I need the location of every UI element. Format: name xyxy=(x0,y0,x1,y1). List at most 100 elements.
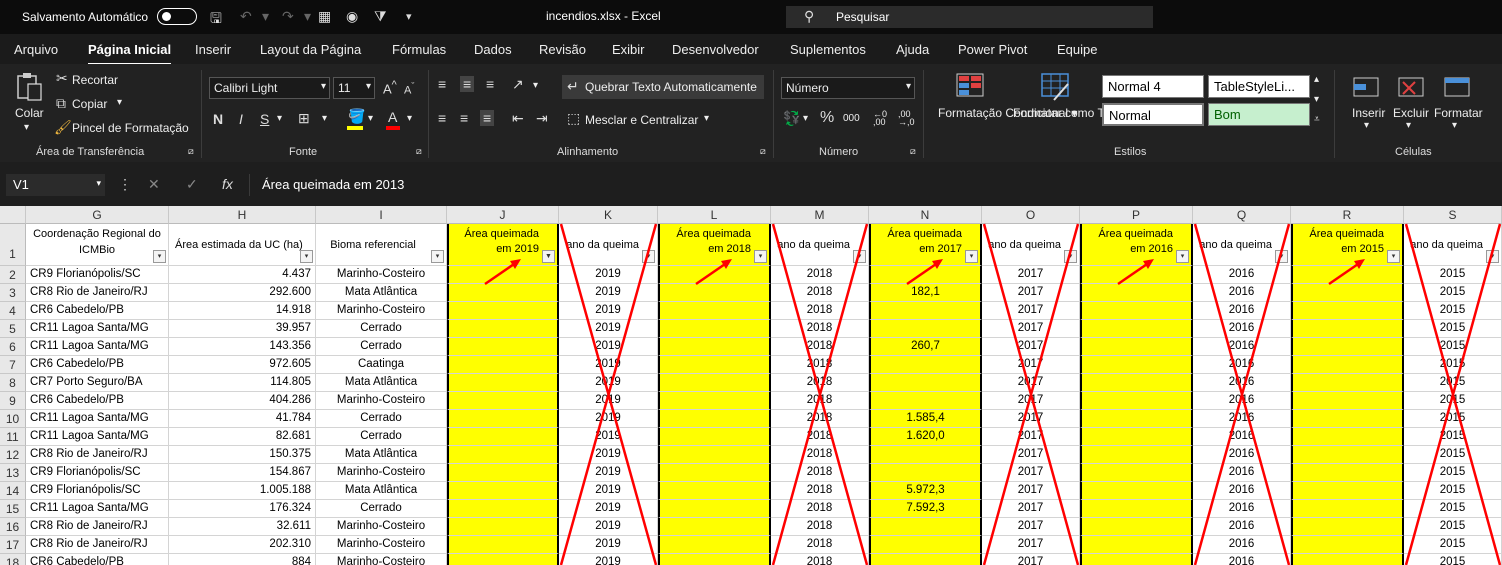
cell-j10[interactable] xyxy=(447,410,559,428)
cell-r2[interactable] xyxy=(1291,266,1404,284)
cell-p11[interactable] xyxy=(1080,428,1193,446)
cell-g18[interactable]: CR6 Cabedelo/PB xyxy=(26,554,169,565)
italic-icon[interactable]: I xyxy=(239,111,243,127)
style-normal-4[interactable]: Normal 4 xyxy=(1102,75,1204,98)
cell-i15[interactable]: Cerrado xyxy=(316,500,447,518)
filter-dropdown-icon[interactable]: ▾ xyxy=(642,250,655,263)
cell-l5[interactable] xyxy=(658,320,771,338)
row-header[interactable]: 18 xyxy=(0,554,26,565)
borders-icon[interactable]: ⊞ xyxy=(298,110,310,127)
cell-m14[interactable]: 2018 xyxy=(771,482,869,500)
align-middle-icon[interactable]: ≡ xyxy=(460,76,475,92)
cell-m8[interactable]: 2018 xyxy=(771,374,869,392)
cell-j16[interactable] xyxy=(447,518,559,536)
cell-p18[interactable] xyxy=(1080,554,1193,565)
cell-g4[interactable]: CR6 Cabedelo/PB xyxy=(26,302,169,320)
cell-n9[interactable] xyxy=(869,392,982,410)
cell-n5[interactable] xyxy=(869,320,982,338)
cell-l9[interactable] xyxy=(658,392,771,410)
cell-g11[interactable]: CR11 Lagoa Santa/MG xyxy=(26,428,169,446)
styles-more-icon[interactable]: ⩡ xyxy=(1314,114,1320,125)
cut-button[interactable]: Recortar xyxy=(72,73,118,87)
align-left-icon[interactable]: ≡ xyxy=(438,110,446,126)
tab-layout[interactable]: Layout da Página xyxy=(260,42,361,57)
cell-j17[interactable] xyxy=(447,536,559,554)
align-top-icon[interactable]: ≡ xyxy=(438,76,446,92)
cell-o2[interactable]: 2017 xyxy=(982,266,1080,284)
cell-k18[interactable]: 2019 xyxy=(559,554,658,565)
increase-decimal-icon[interactable]: ←0,00 xyxy=(873,110,887,127)
cell-i13[interactable]: Marinho-Costeiro xyxy=(316,464,447,482)
cell-p12[interactable] xyxy=(1080,446,1193,464)
row-header[interactable]: 12 xyxy=(0,446,26,464)
cell-i12[interactable]: Mata Atlântica xyxy=(316,446,447,464)
cell-n16[interactable] xyxy=(869,518,982,536)
filter-dropdown-icon[interactable]: ▾ xyxy=(1176,250,1189,263)
column-header-h[interactable]: H xyxy=(169,206,316,224)
cell-i14[interactable]: Mata Atlântica xyxy=(316,482,447,500)
cell-j18[interactable] xyxy=(447,554,559,565)
cell-g9[interactable]: CR6 Cabedelo/PB xyxy=(26,392,169,410)
cell-o12[interactable]: 2017 xyxy=(982,446,1080,464)
row-header[interactable]: 9 xyxy=(0,392,26,410)
cell-m16[interactable]: 2018 xyxy=(771,518,869,536)
cell-k14[interactable]: 2019 xyxy=(559,482,658,500)
copy-button[interactable]: Copiar xyxy=(72,97,107,111)
header-cell-m[interactable]: ano da queima ▾ xyxy=(771,224,869,266)
filter-dropdown-icon[interactable]: ▾ xyxy=(754,250,767,263)
cell-n4[interactable] xyxy=(869,302,982,320)
cell-g16[interactable]: CR8 Rio de Janeiro/RJ xyxy=(26,518,169,536)
cell-r3[interactable] xyxy=(1291,284,1404,302)
cell-j2[interactable] xyxy=(447,266,559,284)
cell-k12[interactable]: 2019 xyxy=(559,446,658,464)
style-tablestyle[interactable]: TableStyleLi... xyxy=(1208,75,1310,98)
cell-g3[interactable]: CR8 Rio de Janeiro/RJ xyxy=(26,284,169,302)
percent-icon[interactable]: % xyxy=(820,109,834,127)
header-cell-s[interactable]: ano da queima ▾ xyxy=(1404,224,1502,266)
cell-k6[interactable]: 2019 xyxy=(559,338,658,356)
cell-g15[interactable]: CR11 Lagoa Santa/MG xyxy=(26,500,169,518)
cell-r11[interactable] xyxy=(1291,428,1404,446)
decrease-indent-icon[interactable]: ⇤ xyxy=(512,110,524,127)
tab-inserir[interactable]: Inserir xyxy=(195,42,231,57)
cell-j3[interactable] xyxy=(447,284,559,302)
font-size-dropdown[interactable]: 11 ▾ xyxy=(333,77,375,99)
font-launcher-icon[interactable]: ⧄ xyxy=(416,146,422,157)
cell-s16[interactable]: 2015 xyxy=(1404,518,1502,536)
tab-equipe[interactable]: Equipe xyxy=(1057,42,1097,57)
cell-i11[interactable]: Cerrado xyxy=(316,428,447,446)
filter-dropdown-icon[interactable]: ▾ xyxy=(1486,250,1499,263)
cell-o18[interactable]: 2017 xyxy=(982,554,1080,565)
cell-o9[interactable]: 2017 xyxy=(982,392,1080,410)
format-painter-button[interactable]: Pincel de Formatação xyxy=(72,121,189,135)
cell-q15[interactable]: 2016 xyxy=(1193,500,1291,518)
cell-s5[interactable]: 2015 xyxy=(1404,320,1502,338)
tab-formulas[interactable]: Fórmulas xyxy=(392,42,446,57)
cell-s2[interactable]: 2015 xyxy=(1404,266,1502,284)
row-header[interactable]: 8 xyxy=(0,374,26,392)
column-header-o[interactable]: O xyxy=(982,206,1080,224)
cell-m6[interactable]: 2018 xyxy=(771,338,869,356)
delete-dropdown-icon[interactable]: ▾ xyxy=(1406,120,1411,131)
cell-r6[interactable] xyxy=(1291,338,1404,356)
style-bom[interactable]: Bom xyxy=(1208,103,1310,126)
cell-h14[interactable]: 1.005.188 xyxy=(169,482,316,500)
cell-g10[interactable]: CR11 Lagoa Santa/MG xyxy=(26,410,169,428)
cell-m11[interactable]: 2018 xyxy=(771,428,869,446)
cell-n15[interactable]: 7.592,3 xyxy=(869,500,982,518)
cell-s12[interactable]: 2015 xyxy=(1404,446,1502,464)
insert-cells-button[interactable]: Inserir xyxy=(1352,106,1385,120)
cell-j4[interactable] xyxy=(447,302,559,320)
cell-s14[interactable]: 2015 xyxy=(1404,482,1502,500)
search-box[interactable]: ⚲ Pesquisar xyxy=(786,6,1153,28)
column-header-m[interactable]: M xyxy=(771,206,869,224)
cell-m15[interactable]: 2018 xyxy=(771,500,869,518)
cell-l14[interactable] xyxy=(658,482,771,500)
format-dropdown-icon[interactable]: ▾ xyxy=(1452,120,1457,131)
tab-exibir[interactable]: Exibir xyxy=(612,42,645,57)
cell-o15[interactable]: 2017 xyxy=(982,500,1080,518)
cell-o13[interactable]: 2017 xyxy=(982,464,1080,482)
worksheet-grid[interactable]: G H I J K L M N O P Q R S 1 Coordenação Regional do IC… xyxy=(0,206,1502,565)
cell-s17[interactable]: 2015 xyxy=(1404,536,1502,554)
grid-icon[interactable]: ▦ xyxy=(318,8,331,25)
